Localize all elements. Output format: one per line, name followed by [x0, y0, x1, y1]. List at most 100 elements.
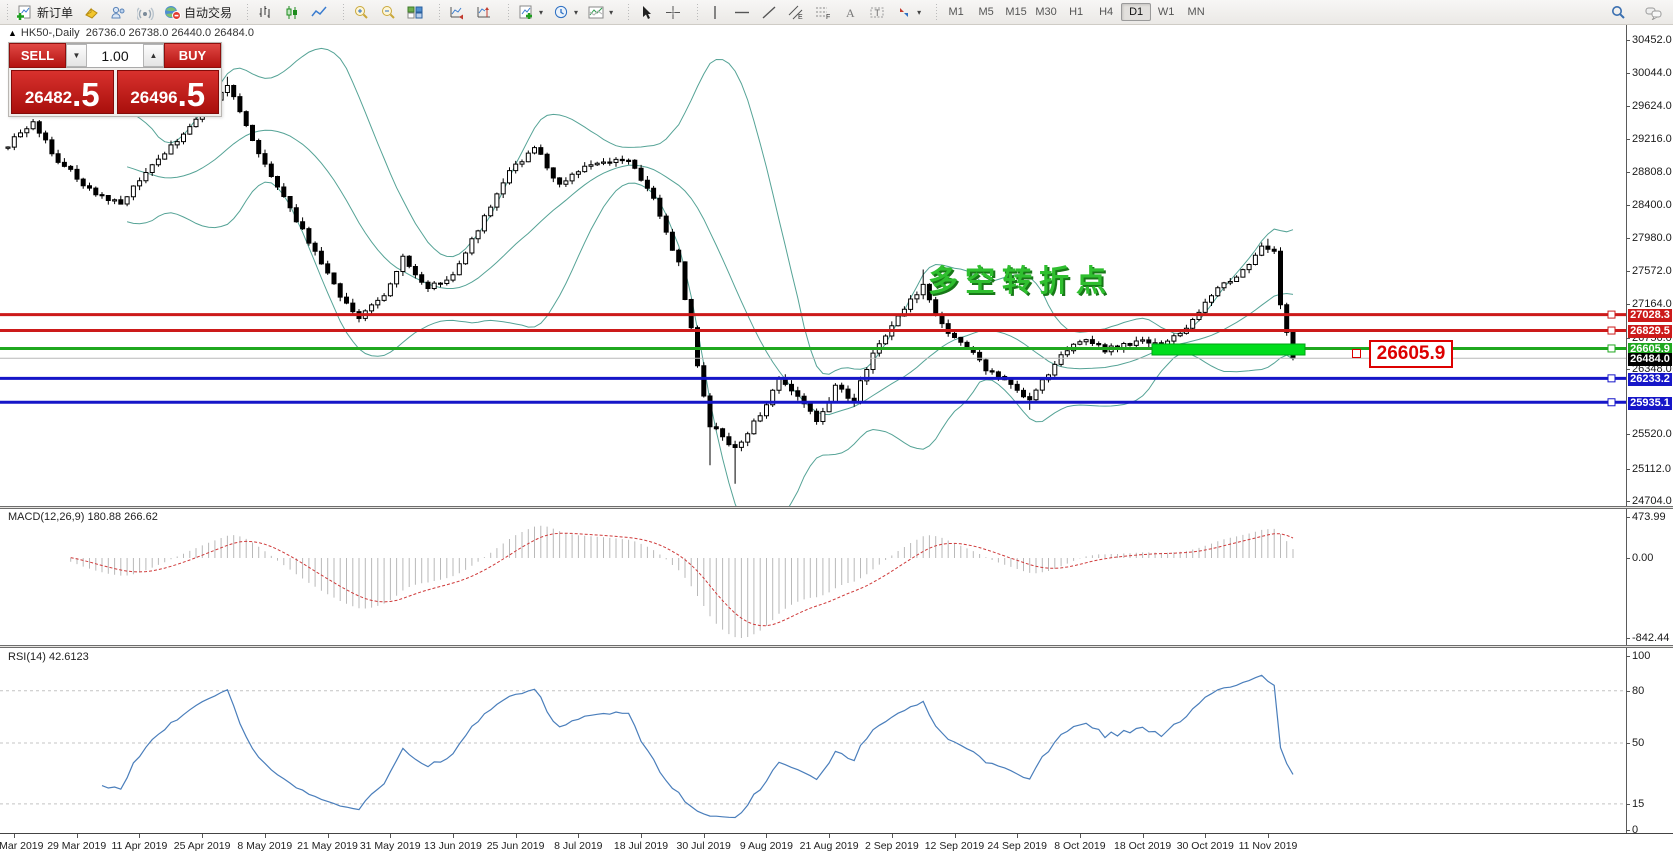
new-chart-dropdown[interactable]: ▾: [513, 1, 548, 23]
line-chart-icon: [311, 5, 328, 20]
date-label: 18 Oct 2019: [1114, 840, 1171, 852]
autoscroll-button[interactable]: [444, 1, 471, 23]
volume-decrease-button[interactable]: ▼: [66, 44, 87, 67]
horizontal-line-button[interactable]: [729, 1, 756, 23]
toolbar-grip[interactable]: [626, 4, 631, 20]
toolbar-right: [1605, 1, 1673, 23]
people-icon: [110, 5, 127, 20]
macd-signal-line: [71, 533, 1293, 626]
date-label: 21 Aug 2019: [800, 840, 859, 852]
axis-tick-label: 27980.0: [1632, 232, 1672, 244]
date-label: 25 Apr 2019: [174, 840, 231, 852]
timeframe-button-h4[interactable]: H4: [1091, 3, 1121, 21]
price-callout-label: 26605.9: [1369, 340, 1453, 368]
timeframe-button-mn[interactable]: MN: [1181, 3, 1211, 21]
tile-windows-button[interactable]: [402, 1, 429, 23]
timeframe-button-m15[interactable]: M15: [1001, 3, 1031, 21]
sell-price-fraction: .5: [72, 78, 100, 111]
text-button[interactable]: A: [837, 1, 864, 23]
toolbar-grip[interactable]: [5, 4, 10, 20]
axis-price-label: 26484.0: [1628, 353, 1672, 366]
timeframe-button-m30[interactable]: M30: [1031, 3, 1061, 21]
period-dropdown[interactable]: ▾: [548, 1, 583, 23]
label-button[interactable]: T: [864, 1, 891, 23]
new-order-button[interactable]: 新订单: [12, 1, 78, 23]
timeframe-button-w1[interactable]: W1: [1151, 3, 1181, 21]
cursor-button[interactable]: [633, 1, 660, 23]
toolbar-grip[interactable]: [245, 4, 250, 20]
date-axis[interactable]: 19 Mar 201929 Mar 201911 Apr 201925 Apr …: [0, 833, 1673, 858]
buy-price-tile[interactable]: 26496.5: [117, 70, 220, 114]
date-label: 8 Jul 2019: [554, 840, 602, 852]
crosshair-button[interactable]: [660, 1, 687, 23]
timeframe-button-h1[interactable]: H1: [1061, 3, 1091, 21]
axis-tick-label: 30044.0: [1632, 67, 1672, 79]
date-tick: [328, 834, 329, 838]
line-chart-button[interactable]: [306, 1, 333, 23]
fibonacci-button[interactable]: F: [810, 1, 837, 23]
bar-chart-button[interactable]: [252, 1, 279, 23]
rsi-label: RSI(14) 42.6123: [8, 651, 89, 663]
chat-button[interactable]: [1640, 1, 1667, 23]
volume-value[interactable]: 1.00: [87, 44, 143, 67]
toolbar-grip[interactable]: [934, 4, 939, 20]
buy-button[interactable]: BUY: [164, 43, 221, 68]
date-label: 11 Apr 2019: [111, 840, 167, 852]
symbol-name: HK50-,Daily: [21, 27, 80, 39]
marketwatch-button[interactable]: [78, 1, 105, 23]
date-label: 25 Jun 2019: [487, 840, 545, 852]
rsi-line: [102, 675, 1293, 817]
axis-price-label: 26233.2: [1628, 373, 1672, 386]
tile-windows-icon: [407, 5, 424, 20]
main-chart-pane[interactable]: [0, 24, 1626, 506]
chat-icon: [1645, 5, 1662, 20]
sell-button[interactable]: SELL: [9, 43, 66, 68]
dropdown-group: ▾ ▾ ▾: [501, 0, 621, 24]
search-button[interactable]: [1605, 1, 1632, 23]
support-highlight-box[interactable]: [1152, 344, 1305, 355]
chart-shift-button[interactable]: [471, 1, 498, 23]
date-tick: [265, 834, 266, 838]
macd-histogram: [71, 526, 1293, 638]
symbol-ohlc: 26736.0 26738.0 26440.0 26484.0: [86, 27, 254, 39]
one-click-trading-panel: SELL ▼ 1.00 ▲ BUY 26482.5 26496.5: [8, 42, 222, 117]
sell-price-tile[interactable]: 26482.5: [11, 70, 114, 114]
template-dropdown[interactable]: ▾: [583, 1, 618, 23]
channel-button[interactable]: E: [783, 1, 810, 23]
timeframe-button-m1[interactable]: M1: [941, 3, 971, 21]
scroll-group: [432, 0, 501, 24]
symbol-marker-icon: ▲: [8, 28, 17, 38]
arrows-dropdown[interactable]: ▾: [891, 1, 926, 23]
date-label: 12 Sep 2019: [925, 840, 985, 852]
vertical-line-button[interactable]: [702, 1, 729, 23]
timeframe-button-d1[interactable]: D1: [1121, 3, 1151, 21]
accounts-button[interactable]: [105, 1, 132, 23]
date-tick: [766, 834, 767, 838]
arrows-icon: [896, 5, 913, 20]
line-end-marker: [1608, 375, 1615, 382]
pane-splitter[interactable]: [0, 645, 1673, 648]
candlestick-chart-button[interactable]: [279, 1, 306, 23]
date-tick: [704, 834, 705, 838]
rsi-pane[interactable]: [0, 648, 1626, 833]
date-label: 13 Jun 2019: [424, 840, 482, 852]
chart-shift-icon: [476, 5, 493, 20]
toolbar-grip[interactable]: [341, 4, 346, 20]
mt4-window: 新订单 自动交易: [0, 0, 1673, 858]
trendline-button[interactable]: [756, 1, 783, 23]
zoom-out-button[interactable]: [375, 1, 402, 23]
date-label: 29 Mar 2019: [47, 840, 106, 852]
date-label: 30 Oct 2019: [1177, 840, 1234, 852]
timeframe-button-m5[interactable]: M5: [971, 3, 1001, 21]
toolbar-grip[interactable]: [437, 4, 442, 20]
toolbar-grip[interactable]: [695, 4, 700, 20]
bar-chart-icon: [257, 5, 274, 20]
volume-increase-button[interactable]: ▲: [143, 44, 164, 67]
signals-button[interactable]: [132, 1, 159, 23]
zoom-in-button[interactable]: [348, 1, 375, 23]
macd-pane[interactable]: [0, 509, 1626, 645]
price-axis[interactable]: 30452.030044.029624.029216.028808.028400…: [1626, 24, 1673, 833]
autotrading-button[interactable]: 自动交易: [159, 1, 237, 23]
pane-splitter[interactable]: [0, 506, 1673, 509]
toolbar-grip[interactable]: [506, 4, 511, 20]
